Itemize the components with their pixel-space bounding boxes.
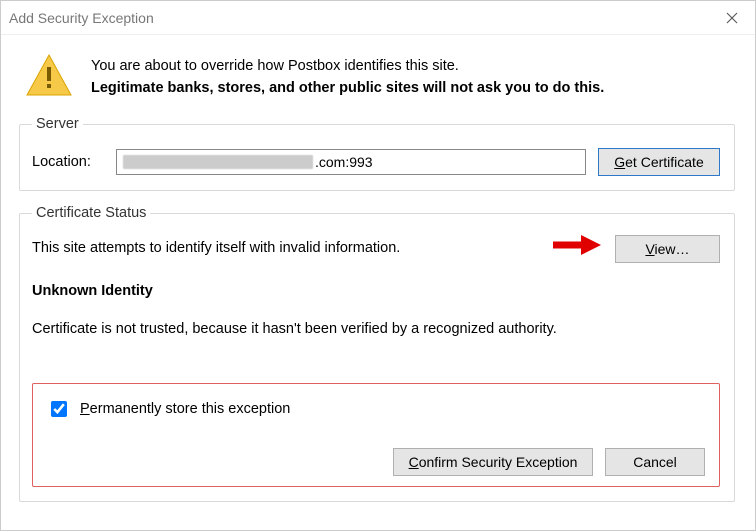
window-title: Add Security Exception (9, 10, 154, 26)
intro-line1: You are about to override how Postbox id… (91, 55, 604, 77)
intro-block: You are about to override how Postbox id… (25, 51, 735, 102)
cert-legend: Certificate Status (32, 205, 150, 221)
location-suffix: .com:993 (315, 154, 373, 170)
warning-icon (25, 51, 73, 102)
confirm-security-exception-button[interactable]: Confirm Security Exception (393, 448, 593, 476)
server-panel: Server Location: .com:993 Get Certificat… (19, 116, 735, 191)
location-input[interactable]: .com:993 (116, 149, 586, 175)
certificate-status-panel: Certificate Status This site attempts to… (19, 205, 735, 502)
get-cert-rest: et Certificate (625, 154, 704, 170)
cancel-button[interactable]: Cancel (605, 448, 705, 476)
server-legend: Server (32, 116, 83, 132)
unknown-identity-heading: Unknown Identity (32, 281, 720, 303)
close-icon (726, 12, 738, 24)
confirm-rest: onfirm Security Exception (419, 454, 578, 470)
dialog-window: Add Security Exception You are about to … (0, 0, 756, 531)
footer-block: Permanently store this exception Confirm… (32, 383, 720, 487)
view-certificate-button[interactable]: View… (615, 235, 720, 263)
intro-line2: Legitimate banks, stores, and other publ… (91, 77, 604, 99)
trust-text: Certificate is not trusted, because it h… (32, 319, 720, 341)
close-button[interactable] (709, 1, 755, 35)
view-rest: iew… (655, 241, 690, 257)
permanently-store-label[interactable]: Permanently store this exception (80, 401, 290, 417)
location-label: Location: (32, 154, 104, 170)
perm-rest: ermanently store this exception (90, 401, 291, 417)
titlebar: Add Security Exception (1, 1, 755, 35)
cert-status-text: This site attempts to identify itself wi… (32, 238, 541, 260)
permanently-store-checkbox[interactable] (51, 401, 67, 417)
get-certificate-button[interactable]: Get Certificate (598, 148, 720, 176)
red-arrow-annotation (551, 233, 601, 265)
location-redacted (123, 155, 313, 169)
